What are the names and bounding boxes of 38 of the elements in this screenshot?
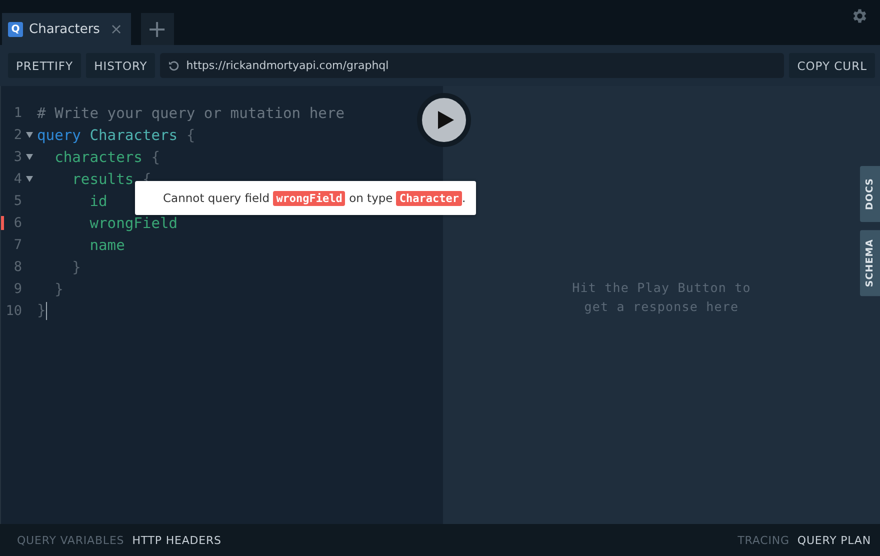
- copy-curl-button[interactable]: COPY CURL: [789, 53, 875, 78]
- query-badge: Q: [8, 22, 23, 36]
- tab-label: Characters: [29, 22, 100, 36]
- code-line: name: [88, 236, 125, 254]
- empty-response-message: Hit the Play Button to get a response here: [572, 279, 751, 316]
- new-tab-button[interactable]: +: [140, 13, 174, 45]
- query-tab[interactable]: Q Characters ×: [2, 13, 131, 45]
- code-line: }: [54, 280, 64, 298]
- play-icon: [438, 111, 454, 129]
- fold-arrow-icon[interactable]: [26, 154, 33, 160]
- line-number: 9: [12, 281, 22, 297]
- line-number: 6: [12, 215, 22, 231]
- line-number: 10: [4, 303, 22, 319]
- side-tab[interactable]: DOCS: [860, 166, 880, 222]
- line-number: 2: [12, 127, 22, 143]
- fold-arrow-icon[interactable]: [26, 132, 33, 138]
- line-number: 5: [12, 193, 22, 209]
- line-number: 8: [12, 259, 22, 275]
- panel-tab[interactable]: QUERY PLAN: [797, 534, 871, 546]
- toolbar-button[interactable]: HISTORY: [86, 53, 156, 78]
- code-line: }: [37, 302, 47, 320]
- fold-arrow-icon[interactable]: [26, 176, 33, 182]
- toolbar-button[interactable]: PRETTIFY: [8, 53, 82, 78]
- line-number: 1: [12, 105, 22, 121]
- line-number: 4: [12, 171, 22, 187]
- code-line: }: [71, 258, 81, 276]
- panel-tab[interactable]: HTTP HEADERS: [132, 534, 222, 546]
- code-line: # Write your query or mutation here: [37, 104, 345, 122]
- line-number: 7: [12, 237, 22, 253]
- line-number: 3: [12, 149, 22, 165]
- url-field[interactable]: https://rickandmortyapi.com/graphql: [160, 53, 784, 78]
- code-line: query Characters {: [37, 126, 196, 144]
- code-line: wrongField: [88, 214, 178, 232]
- code-line: id: [88, 192, 108, 210]
- reload-icon[interactable]: [168, 60, 180, 72]
- error-tooltip: Cannot query field wrongField on type Character .: [135, 181, 476, 215]
- code-line: characters {: [54, 148, 160, 166]
- side-tab[interactable]: SCHEMA: [860, 230, 880, 296]
